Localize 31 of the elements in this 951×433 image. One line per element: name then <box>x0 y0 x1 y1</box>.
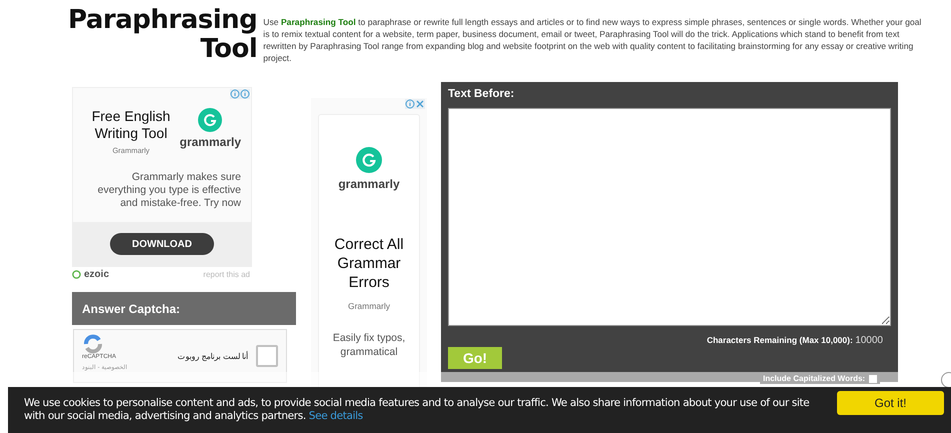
info-icon[interactable] <box>230 89 240 99</box>
captcha-checkbox[interactable] <box>256 345 278 367</box>
download-button[interactable]: DOWNLOAD <box>110 233 214 255</box>
info-icon[interactable] <box>240 89 250 99</box>
ad-network-name: ezoic <box>84 269 110 280</box>
brand-name: grammarly <box>180 135 241 149</box>
recaptcha-logo-icon <box>82 334 104 354</box>
ad-choices-badge[interactable] <box>230 89 250 99</box>
letter-g-logo-icon <box>198 108 222 132</box>
ad-description: Easily fix typos, grammatical <box>332 331 406 359</box>
ad-choices-badge[interactable] <box>405 99 425 109</box>
capitalized-words-checkbox[interactable] <box>869 374 878 382</box>
ad-description: Grammarly makes sure everything you type is effective and mistake-free. Try now <box>96 170 242 210</box>
capitalized-words-label: Include Capitalized Words: <box>763 374 866 383</box>
see-details-link[interactable]: See details <box>308 410 363 422</box>
ezoic-logo-icon <box>72 270 81 279</box>
letter-g-logo-icon <box>356 147 382 173</box>
ad-headline: Free English Writing Tool <box>90 108 172 142</box>
ad-advertiser: Grammarly <box>348 301 390 311</box>
cookie-notice-text: We use cookies to personalise content and ads, to provide social media features and to analyse our traffic. We also share information about your use of our site with our social media, advertising and analytics partners. See details <box>24 397 810 423</box>
captcha-heading: Answer Captcha: <box>72 292 296 325</box>
ad-headline: Correct All Grammar Errors <box>333 235 405 292</box>
brand-name: grammarly <box>338 177 400 191</box>
characters-remaining: Characters Remaining (Max 10,000): 10000 <box>706 335 883 346</box>
info-icon[interactable] <box>405 99 415 109</box>
captcha-label: أنا لست برنامج روبوت <box>177 352 248 360</box>
text-input-area[interactable] <box>448 108 891 326</box>
editor-heading: Text Before: <box>448 88 516 102</box>
page-title: Paraphrasing Tool <box>68 6 258 62</box>
intro-paragraph: Use Paraphrasing Tool to paraphrase or rewrite full length essays and articles or to find new ways to express simple phrases, sentences or single words. Whether your goal is to remix textual content for a website, term paper, business document, email or tweet, Paraphrasing Tool will do the trick. Applications which stand to benefit from text rewritten by Paraphrasing Tool range from expanding blog and website footprint on the web with quality content to facilitating brainstorming for any essay or creative writing project. <box>263 16 922 62</box>
got-it-button[interactable]: Got it! <box>837 391 944 415</box>
